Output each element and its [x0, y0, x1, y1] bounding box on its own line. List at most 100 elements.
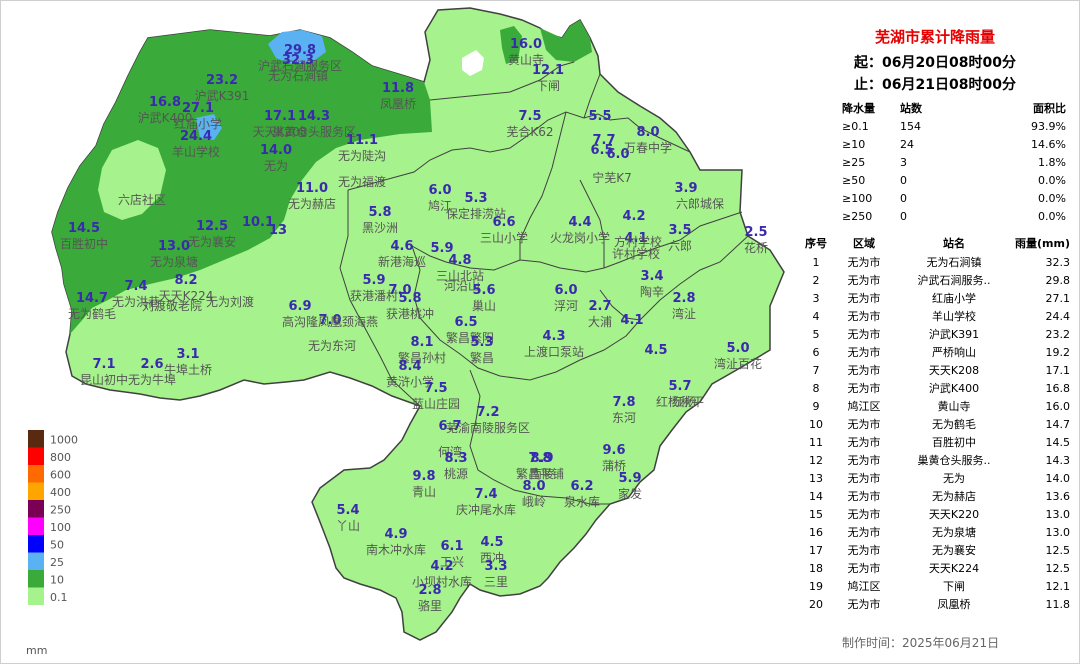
- station-rainfall-value: 14.5: [68, 221, 100, 236]
- rank-district: 无为市: [847, 508, 881, 521]
- legend-swatch: [28, 587, 44, 605]
- ranking-row: 18 无为市 天天K224 12.5: [798, 560, 1078, 578]
- rank-index: 18: [809, 562, 823, 575]
- station-rainfall-value: 5.0: [726, 341, 749, 356]
- legend-swatch: [28, 447, 44, 465]
- rank-rainfall: 19.2: [1045, 346, 1071, 359]
- station-rainfall-value: 32.3: [282, 53, 314, 68]
- station-rainfall-value: 5.3: [464, 191, 487, 206]
- rank-index: 20: [809, 598, 823, 611]
- station-marker: 5.5: [588, 109, 611, 124]
- station-name: 巢山: [472, 299, 496, 313]
- station-rainfall-value: 13: [269, 223, 287, 238]
- stat-amount: ≥10: [842, 138, 866, 151]
- ranking-row: 3 无为市 红庙小学 27.1: [798, 290, 1078, 308]
- rank-district: 无为市: [847, 526, 881, 539]
- legend-swatch: [28, 500, 44, 518]
- legend-label: 400: [50, 486, 71, 499]
- station-rainfall-value: 12.5: [196, 219, 228, 234]
- ranking-table: 序号 区域 站名 雨量(mm) 1 无为市 无为石涧镇 32.3 2 无为市 沪武石涧服务.…: [798, 234, 1078, 614]
- station-name: 湾沚: [672, 306, 696, 321]
- stat-header-ratio: 面积比: [1033, 102, 1066, 115]
- rank-station: 红庙小学: [932, 292, 976, 305]
- station-rainfall-value: 9.8: [412, 469, 435, 484]
- ranking-header: 序号 区域 站名 雨量(mm): [798, 234, 1078, 254]
- rank-station: 无为鹤毛: [932, 418, 976, 431]
- station-rainfall-value: 4.9: [384, 527, 407, 542]
- station-rainfall-value: 11.1: [346, 133, 378, 148]
- rank-district: 无为市: [847, 274, 881, 287]
- station-name: 红杨秋平: [656, 394, 704, 409]
- station-rainfall-value: 4.3: [542, 329, 565, 344]
- station-rainfall-value: 3.3: [484, 559, 507, 574]
- station-name: 丫山: [336, 519, 360, 533]
- rank-index: 4: [812, 310, 820, 323]
- station-name: 无为襄安: [188, 234, 236, 249]
- rank-header-station: 站名: [943, 237, 965, 250]
- station-rainfall-value: 7.1: [92, 357, 115, 372]
- station-rainfall-value: 4.4: [568, 215, 591, 230]
- station-rainfall-value: 8.0: [522, 479, 545, 494]
- station-name: 青山: [412, 485, 436, 499]
- station-rainfall-value: 5.8: [368, 205, 391, 220]
- station-rainfall-value: 6.9: [288, 299, 311, 314]
- station-name: 浮河: [554, 299, 578, 313]
- rank-district: 无为市: [847, 490, 881, 503]
- station-name: 获港桃冲: [386, 306, 434, 321]
- station-rainfall-value: 5.6: [472, 283, 495, 298]
- statistics-header: 降水量 站数 面积比: [842, 100, 1072, 118]
- station-marker: 无为刘渡: [206, 294, 254, 309]
- ranking-row: 10 无为市 无为鹤毛 14.7: [798, 416, 1078, 434]
- station-name: 无为鹤毛: [68, 306, 116, 321]
- rank-rainfall: 27.1: [1045, 292, 1071, 305]
- station-rainfall-value: 8.3: [444, 451, 467, 466]
- station-marker: 13: [269, 223, 287, 238]
- station-rainfall-value: 17.1: [264, 109, 296, 124]
- ranking-row: 16 无为市 无为泉塘 13.0: [798, 524, 1078, 542]
- legend-swatch: [28, 570, 44, 588]
- info-panel: 芜湖市累计降雨量 起：06月20日08时00分 止：06月21日08时00分 降…: [790, 0, 1080, 664]
- station-marker: 4.5: [644, 343, 667, 358]
- station-name: 庆冲尾水库: [456, 502, 516, 517]
- production-time: 制作时间：2025年06月21日: [842, 636, 1000, 650]
- station-rainfall-value: 2.6: [140, 357, 163, 372]
- rank-index: 8: [812, 382, 820, 395]
- ranking-row: 15 无为市 天天K220 13.0: [798, 506, 1078, 524]
- rank-rainfall: 13.0: [1045, 526, 1071, 539]
- station-marker: 4.1: [620, 313, 643, 328]
- station-name: 东河: [612, 411, 636, 425]
- station-marker: 6.5: [454, 315, 477, 330]
- station-rainfall-value: 7.5: [424, 381, 447, 396]
- station-rainfall-value: 4.8: [448, 253, 471, 268]
- ranking-row: 11 无为市 百胜初中 14.5: [798, 434, 1078, 452]
- station-name: 上渡口泵站: [524, 344, 584, 359]
- ranking-row: 8 无为市 沪武K400 16.8: [798, 380, 1078, 398]
- station-rainfall-value: 2.5: [744, 225, 767, 240]
- legend-label: 250: [50, 504, 71, 517]
- stat-count: 154: [900, 120, 921, 133]
- station-rainfall-value: 23.2: [206, 73, 238, 88]
- legend: 1000 800 600 400 250 100 50 25 10 0.1: [28, 430, 78, 605]
- station-name: 无为牛埠: [128, 372, 176, 387]
- ranking-row: 12 无为市 巢黄仓头服务.. 14.3: [798, 452, 1078, 470]
- stat-amount: ≥50: [842, 174, 866, 187]
- station-name: 下闸: [536, 79, 560, 93]
- station-rainfall-value: 5.9: [362, 273, 385, 288]
- station-rainfall-value: 8.2: [174, 273, 197, 288]
- station-rainfall-value: 4.1: [620, 313, 643, 328]
- rank-rainfall: 17.1: [1045, 364, 1071, 377]
- stat-count: 0: [900, 174, 907, 187]
- rank-header-rainfall: 雨量(mm): [1015, 237, 1070, 250]
- rank-rainfall: 16.0: [1045, 400, 1071, 413]
- station-marker: 无为东河: [308, 339, 356, 353]
- rank-rainfall: 14.5: [1045, 436, 1071, 449]
- station-name: 无为刘渡: [206, 294, 254, 309]
- rank-index: 3: [812, 292, 820, 305]
- station-name: 泉水库: [564, 494, 600, 509]
- rank-index: 12: [809, 454, 823, 467]
- rank-district: 无为市: [847, 328, 881, 341]
- ranking-row: 5 无为市 沪武K391 23.2: [798, 326, 1078, 344]
- rank-station: 无为石涧镇: [926, 256, 982, 269]
- rank-station: 无为赫店: [932, 490, 976, 503]
- station-name: 无为东河: [308, 339, 356, 353]
